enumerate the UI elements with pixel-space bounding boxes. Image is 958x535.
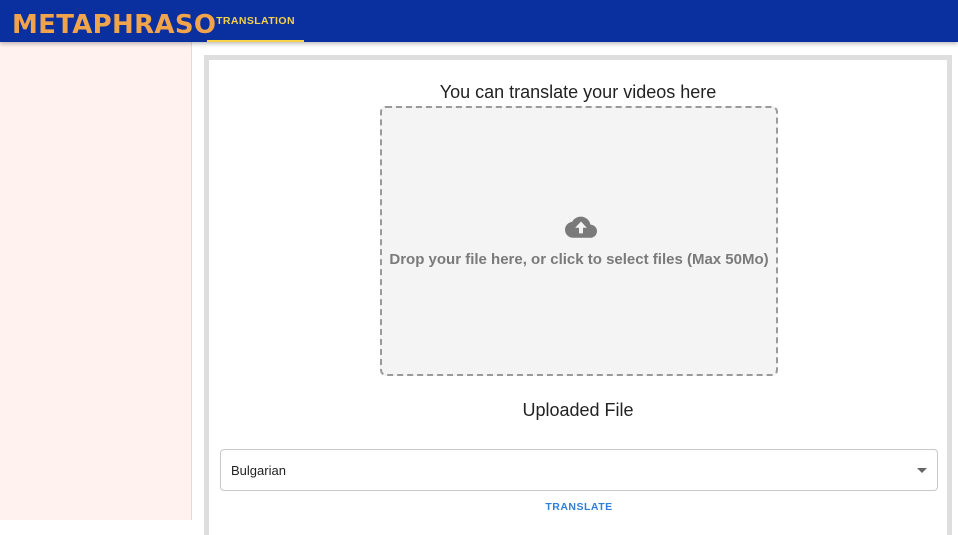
- file-dropzone[interactable]: Drop your file here, or click to select …: [380, 106, 778, 376]
- tab-active-indicator: [207, 40, 304, 42]
- cloud-upload-icon: [565, 216, 597, 238]
- caret-down-icon: [917, 468, 927, 473]
- uploaded-file-heading: Uploaded File: [522, 400, 634, 420]
- language-select-value: Bulgarian: [231, 463, 286, 478]
- tab-translation[interactable]: TRANSLATION: [207, 0, 304, 42]
- page-title: You can translate your videos here: [439, 82, 717, 102]
- app-logo[interactable]: METAPHRASO: [12, 6, 216, 44]
- tab-translation-label: TRANSLATION: [216, 15, 295, 27]
- translation-card: You can translate your videos here Drop …: [204, 55, 952, 535]
- dropzone-instructions: Drop your file here, or click to select …: [389, 251, 769, 268]
- app-header: METAPHRASO TRANSLATION: [0, 0, 958, 42]
- main-content: You can translate your videos here Drop …: [192, 42, 958, 535]
- language-select[interactable]: Bulgarian: [220, 449, 938, 491]
- translate-button[interactable]: TRANSLATE: [526, 497, 632, 517]
- sidebar: [0, 42, 192, 520]
